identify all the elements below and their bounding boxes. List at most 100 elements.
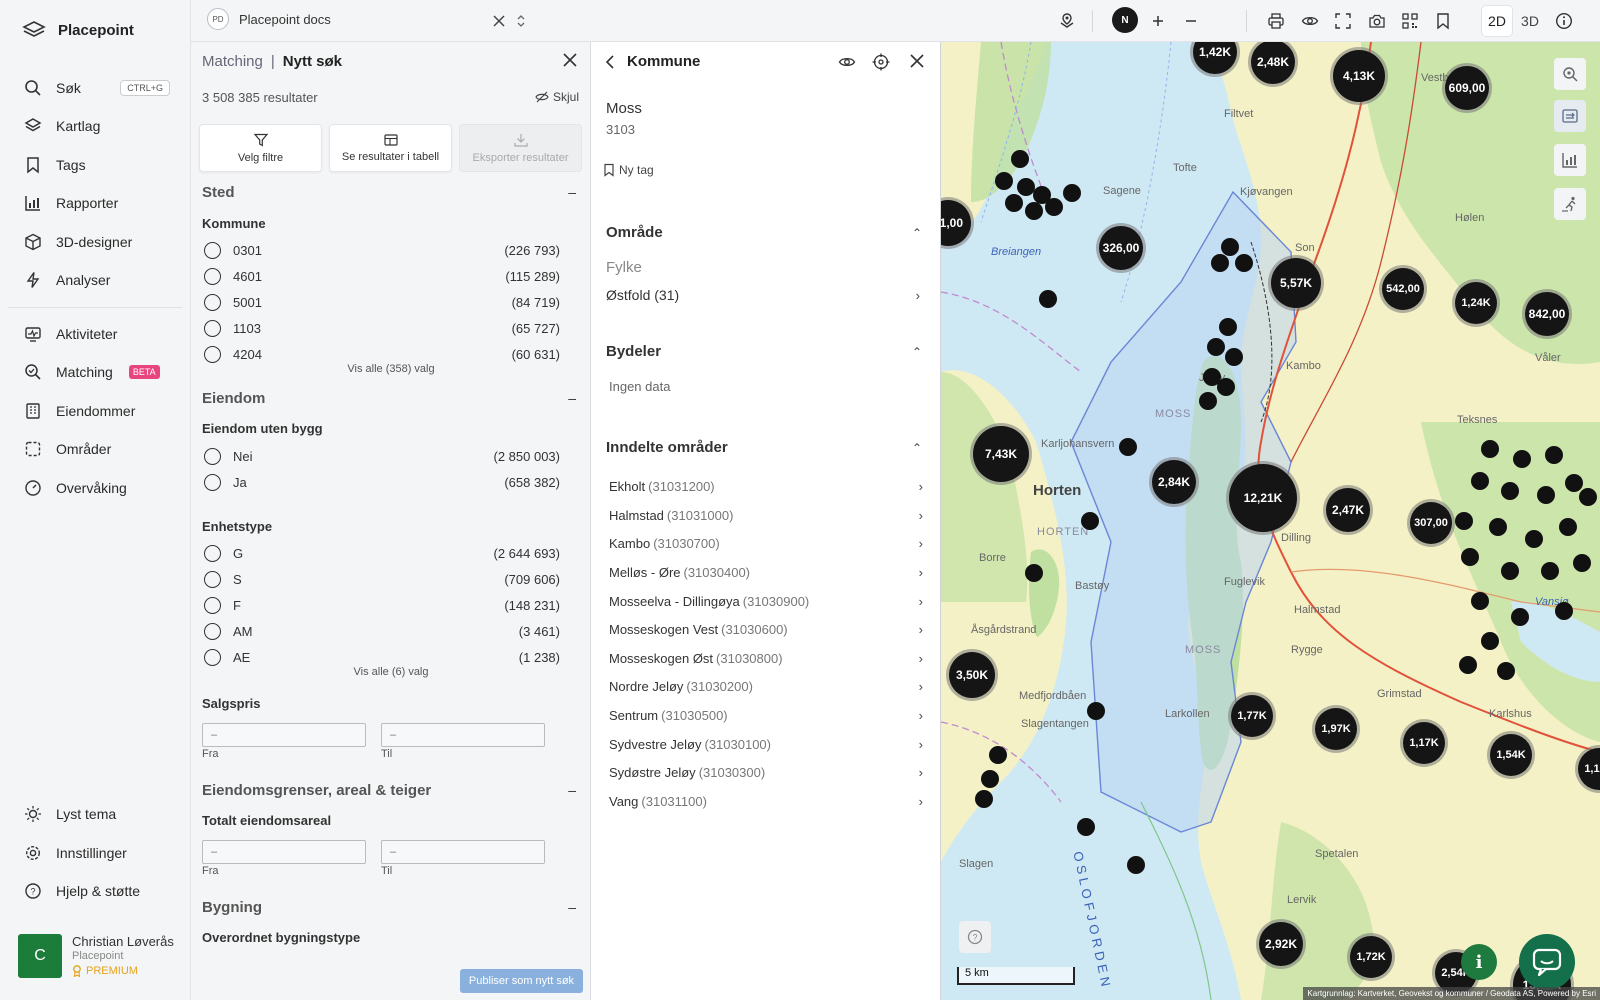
property-cluster[interactable]: 2,48K	[1251, 42, 1295, 84]
locate-button[interactable]	[872, 53, 890, 74]
nav-3d-designer[interactable]: 3D-designer	[14, 226, 178, 258]
areal-from-input[interactable]	[202, 840, 366, 864]
chat-button[interactable]	[1519, 934, 1575, 990]
panel-breadcrumb[interactable]: Matching	[202, 53, 263, 70]
property-marker[interactable]	[981, 770, 999, 788]
property-cluster[interactable]: 842,00	[1525, 292, 1569, 336]
qr-code-button[interactable]	[1400, 11, 1420, 31]
property-marker[interactable]	[1545, 446, 1563, 464]
property-marker[interactable]	[995, 172, 1013, 190]
property-marker[interactable]	[1221, 238, 1239, 256]
property-marker[interactable]	[1579, 488, 1597, 506]
property-marker[interactable]	[1039, 290, 1057, 308]
section-sted[interactable]: Sted	[202, 184, 235, 201]
property-marker[interactable]	[1063, 184, 1081, 202]
fullscreen-button[interactable]	[1333, 11, 1353, 31]
property-marker[interactable]	[1501, 482, 1519, 500]
subarea-row[interactable]: Sydøstre Jeløy (31030300) ›	[609, 761, 923, 783]
property-marker[interactable]	[1011, 150, 1029, 168]
visibility-button[interactable]	[1300, 11, 1320, 31]
radio-button[interactable]	[204, 345, 221, 363]
nav-monitoring[interactable]: Overvåking	[14, 472, 178, 504]
subarea-row[interactable]: Ekholt (31031200) ›	[609, 475, 923, 497]
publish-search-button[interactable]: Publiser som nytt søk	[460, 969, 583, 993]
section-bydeler[interactable]: Bydeler	[606, 343, 661, 360]
subarea-row[interactable]: Mosseskogen Øst (31030800) ›	[609, 647, 923, 669]
property-marker[interactable]	[1461, 548, 1479, 566]
close-kommune-button[interactable]	[909, 53, 925, 72]
nav-analyses[interactable]: Analyser	[14, 264, 178, 296]
zoom-in-button[interactable]	[1148, 11, 1168, 31]
radio-button[interactable]	[204, 267, 221, 285]
property-marker[interactable]	[1217, 378, 1235, 396]
map-tool-stats-button[interactable]	[1554, 144, 1586, 176]
property-marker[interactable]	[1025, 564, 1043, 582]
property-cluster[interactable]: 1,24K	[1455, 282, 1497, 324]
map-tool-measure-button[interactable]	[1554, 188, 1586, 220]
chevron-up-icon[interactable]: ⌃	[912, 345, 922, 359]
property-marker[interactable]	[1005, 194, 1023, 212]
property-marker[interactable]	[1199, 392, 1217, 410]
workspace-dropdown-button[interactable]	[511, 11, 531, 31]
section-eiendomsgrenser[interactable]: Eiendomsgrenser, areal & teiger	[202, 782, 431, 799]
subarea-row[interactable]: Mosseelva - Dillingøya (31030900) ›	[609, 590, 923, 612]
property-marker[interactable]	[1555, 602, 1573, 620]
property-marker[interactable]	[1481, 440, 1499, 458]
chevron-up-icon[interactable]: ⌃	[912, 441, 922, 455]
section-bygning[interactable]: Bygning	[202, 899, 262, 916]
radio-button[interactable]	[204, 293, 221, 311]
close-panel-button[interactable]	[562, 52, 578, 71]
collapse-bygning-button[interactable]: –	[568, 899, 576, 915]
light-theme-toggle[interactable]: Lyst tema	[14, 798, 178, 830]
subarea-row[interactable]: Melløs - Øre (31030400) ›	[609, 561, 923, 583]
property-marker[interactable]	[1119, 438, 1137, 456]
show-all-kommune-link[interactable]: Vis alle (358) valg	[191, 363, 590, 375]
property-cluster[interactable]: 1,72K	[1350, 936, 1392, 978]
map-layers-button[interactable]	[1057, 11, 1077, 31]
kommune-option[interactable]: 4601 (115 289)	[204, 265, 560, 287]
property-cluster[interactable]: 4,13K	[1333, 50, 1385, 102]
map-view[interactable]: Vestby Filtvet Tofte Sagene Kjøvangen Br…	[941, 42, 1600, 1000]
zoom-out-button[interactable]	[1181, 11, 1201, 31]
property-cluster[interactable]: 2,84K	[1152, 460, 1196, 504]
property-marker[interactable]	[989, 746, 1007, 764]
property-marker[interactable]	[1045, 198, 1063, 216]
areal-to-input[interactable]	[381, 840, 545, 864]
property-cluster[interactable]: 12,21K	[1229, 464, 1297, 532]
nav-areas[interactable]: Områder	[14, 433, 178, 465]
property-marker[interactable]	[1537, 486, 1555, 504]
nav-tags[interactable]: Tags	[14, 149, 178, 181]
view-2d-button[interactable]: 2D	[1482, 6, 1512, 36]
user-profile[interactable]: C Christian Løverås Placepoint PREMIUM	[8, 928, 184, 992]
property-marker[interactable]	[1511, 608, 1529, 626]
back-chevron-icon[interactable]	[605, 54, 615, 70]
property-marker[interactable]	[1471, 592, 1489, 610]
kommune-option[interactable]: 5001 (84 719)	[204, 291, 560, 313]
property-cluster[interactable]: 3,50K	[949, 652, 995, 698]
radio-button[interactable]	[204, 241, 221, 259]
kommune-option[interactable]: 4204 (60 631)	[204, 343, 560, 365]
nav-matching[interactable]: Matching BETA	[14, 356, 178, 388]
property-marker[interactable]	[1481, 632, 1499, 650]
property-marker[interactable]	[1471, 472, 1489, 490]
toggle-visibility-button[interactable]	[838, 53, 856, 74]
nav-properties[interactable]: Eiendommer	[14, 395, 178, 427]
enhetstype-option[interactable]: AM (3 461)	[204, 620, 560, 642]
property-marker[interactable]	[1219, 318, 1237, 336]
property-marker[interactable]	[1459, 656, 1477, 674]
property-marker[interactable]	[1225, 348, 1243, 366]
property-marker[interactable]	[1455, 512, 1473, 530]
map-info-button[interactable]	[1554, 11, 1574, 31]
collapse-sted-button[interactable]: –	[568, 184, 576, 200]
screenshot-button[interactable]	[1367, 11, 1387, 31]
property-cluster[interactable]: 1,54K	[1490, 734, 1532, 776]
kommune-option[interactable]: 1103 (65 727)	[204, 317, 560, 339]
enhetstype-option[interactable]: G (2 644 693)	[204, 542, 560, 564]
workspace-selector[interactable]: PD Placepoint docs	[207, 8, 331, 30]
property-marker[interactable]	[1207, 338, 1225, 356]
subarea-row[interactable]: Sentrum (31030500) ›	[609, 704, 923, 726]
property-cluster[interactable]: 307,00	[1410, 502, 1452, 544]
hide-results-button[interactable]: Skjul	[535, 90, 579, 104]
property-cluster[interactable]: 326,00	[1099, 226, 1143, 270]
enhetstype-option[interactable]: S (709 606)	[204, 568, 560, 590]
